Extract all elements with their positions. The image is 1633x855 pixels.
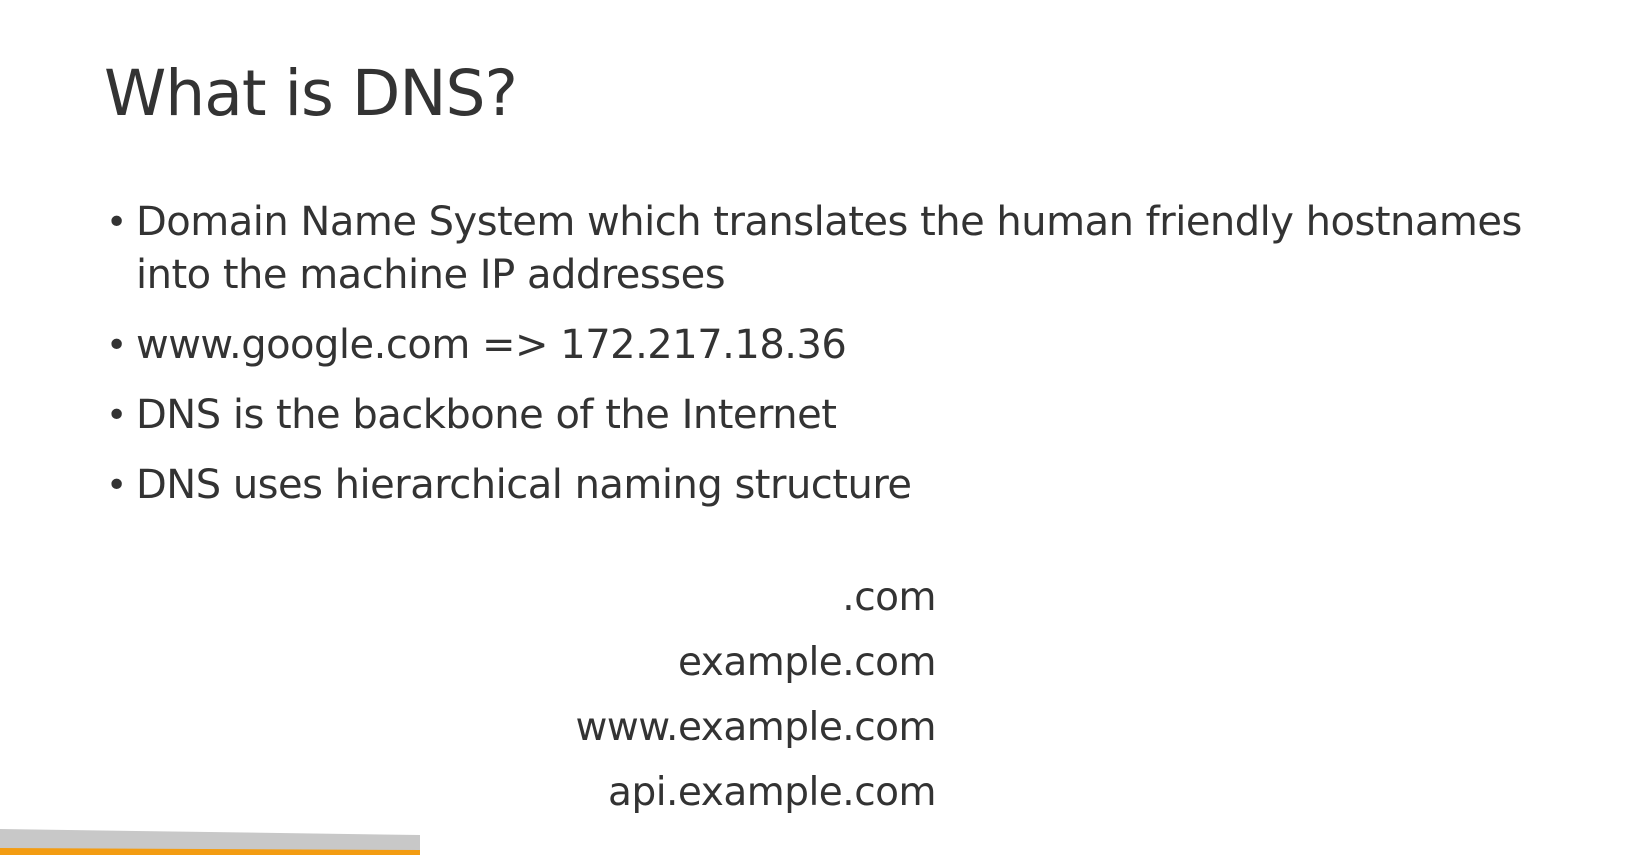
bullet-text: DNS uses hierarchical naming structure: [136, 462, 912, 508]
bullet-dot-icon: •: [106, 202, 127, 243]
bullet-item: • Domain Name System which translates th…: [104, 196, 1524, 302]
bullet-dot-icon: •: [106, 465, 127, 506]
domain-hierarchy-item: .com: [842, 575, 936, 620]
bullet-dot-icon: •: [106, 395, 127, 436]
bullet-item: • DNS uses hierarchical naming structure: [104, 459, 1524, 512]
domain-hierarchy-list: .com example.com www.example.com api.exa…: [575, 565, 936, 825]
bullet-text: DNS is the backbone of the Internet: [136, 392, 837, 438]
bullet-list: • Domain Name System which translates th…: [104, 196, 1524, 529]
bullet-item: • DNS is the backbone of the Internet: [104, 389, 1524, 442]
footer-decoration: [0, 829, 420, 855]
bullet-text: www.google.com => 172.217.18.36: [136, 322, 847, 368]
domain-hierarchy-item: example.com: [677, 640, 937, 685]
bullet-text: Domain Name System which translates the …: [136, 199, 1522, 298]
bullet-dot-icon: •: [106, 325, 127, 366]
domain-hierarchy-item: www.example.com: [575, 705, 936, 750]
bullet-item: • www.google.com => 172.217.18.36: [104, 319, 1524, 372]
slide: What is DNS? • Domain Name System which …: [0, 0, 1633, 855]
slide-title: What is DNS?: [104, 57, 518, 130]
